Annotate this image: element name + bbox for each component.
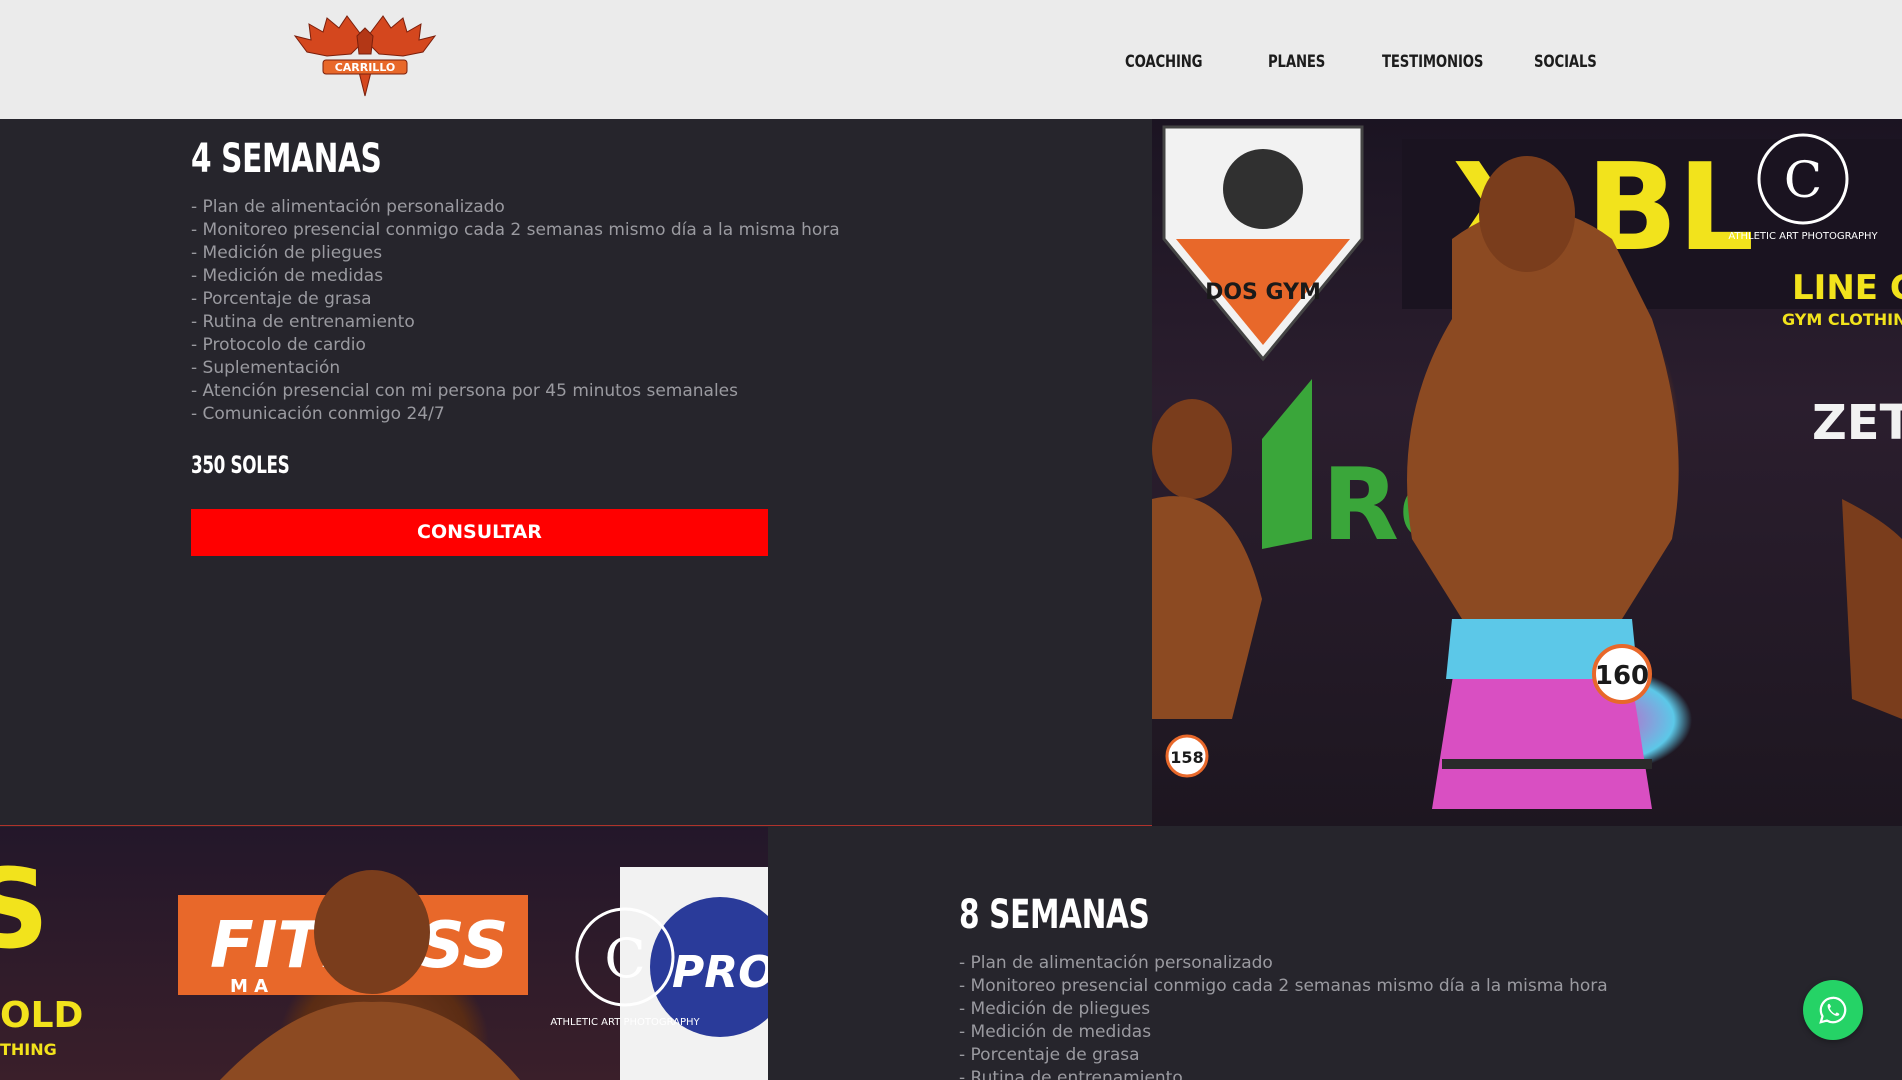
plan1-feature: - Atención presencial con mi persona por… [191, 381, 738, 401]
plan1-feature: - Protocolo de cardio [191, 335, 366, 355]
plan1-feature: - Monitoreo presencial conmigo cada 2 se… [191, 220, 840, 240]
plan2-features-list: - Plan de alimentación personalizado - M… [959, 952, 1608, 1080]
nav-testimonios[interactable]: TESTIMONIOS [1382, 52, 1483, 72]
plan1-feature: - Plan de alimentación personalizado [191, 197, 505, 217]
svg-text:C: C [1784, 151, 1822, 209]
plan2-title: 8 SEMANAS [959, 892, 1150, 938]
photo2-watermark: ATHLETIC ART PHOTOGRAPHY [550, 1017, 700, 1028]
photo1-partial-sign: ZETA [1812, 395, 1902, 451]
consultar-button[interactable]: CONSULTAR [191, 509, 768, 556]
photo1-watermark: ATHLETIC ART PHOTOGRAPHY [1728, 231, 1878, 242]
plan1-feature: - Comunicación conmigo 24/7 [191, 404, 445, 424]
plan2-feature: - Rutina de entrenamiento [959, 1068, 1183, 1080]
plan1-feature: - Medición de pliegues [191, 243, 383, 263]
svg-text:CARRILLO: CARRILLO [335, 61, 396, 74]
site-header: CARRILLO COACHING PLANES TESTIMONIOS SOC… [0, 0, 1902, 119]
plan1-feature: - Rutina de entrenamiento [191, 312, 415, 332]
plan2-feature: - Monitoreo presencial conmigo cada 2 se… [959, 976, 1608, 996]
nav-coaching[interactable]: COACHING [1125, 52, 1203, 72]
plan2-feature: - Medición de pliegues [959, 999, 1151, 1019]
photo2-pro-sign: PRO-C [672, 947, 768, 998]
photo2-gold-sign: OLD [0, 995, 83, 1036]
plan1-feature: - Medición de medidas [191, 266, 384, 286]
svg-text:S: S [0, 845, 49, 973]
plan2-athlete-photo: S OLD THING FITNESS M A PRO-C C ATHLETIC… [0, 827, 768, 1080]
plan1-athlete-photo: DOS GYM X BL LINE GOLD GYM CLOTHING ZETA… [1152, 119, 1902, 826]
photo2-thing-sign: THING [0, 1040, 57, 1059]
whatsapp-icon [1819, 996, 1847, 1024]
nav-socials[interactable]: SOCIALS [1534, 52, 1597, 72]
carrillo-logo[interactable]: CARRILLO [287, 10, 443, 98]
photo1-brand-sign: LINE GOLD [1792, 268, 1902, 308]
plan2-feature: - Medición de medidas [959, 1022, 1152, 1042]
whatsapp-button[interactable] [1803, 980, 1863, 1040]
nav-planes[interactable]: PLANES [1268, 52, 1325, 72]
plan1-title: 4 SEMANAS [191, 136, 382, 182]
photo2-fitness-sub: M A [230, 976, 268, 997]
plan1-price: 350 SOLES [191, 451, 290, 479]
photo1-badge-number: 160 [1595, 661, 1649, 691]
photo1-brand-sub: GYM CLOTHING [1782, 310, 1902, 329]
plan2-feature: - Plan de alimentación personalizado [959, 953, 1273, 973]
plan1-feature: - Porcentaje de grasa [191, 289, 372, 309]
svg-text:C: C [604, 927, 645, 990]
photo1-badge-number-2: 158 [1170, 748, 1203, 767]
plan2-feature: - Porcentaje de grasa [959, 1045, 1140, 1065]
plan1-feature: - Suplementación [191, 358, 341, 378]
plan1-features-list: - Plan de alimentación personalizado - M… [191, 196, 840, 426]
photo1-gym-sign: DOS GYM [1205, 280, 1321, 305]
